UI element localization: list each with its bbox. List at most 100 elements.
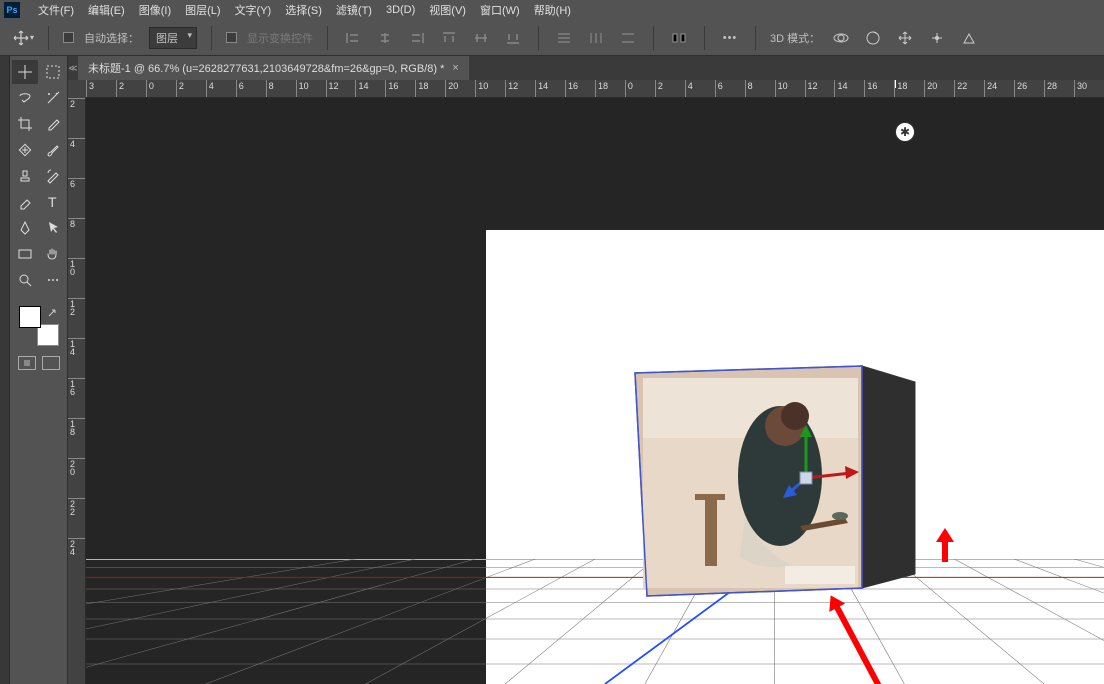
crop-tool[interactable] [12,112,38,136]
align-bottom-icon[interactable] [502,28,524,48]
ruler-tick: 14 [68,338,85,378]
align-vcenter-icon[interactable] [470,28,492,48]
3d-axis-gizmo[interactable] [781,423,861,503]
menu-view[interactable]: 视图(V) [429,2,466,18]
toolbox: T [10,56,68,684]
menu-type[interactable]: 文字(Y) [235,2,272,18]
align-hcenter-icon[interactable] [374,28,396,48]
menu-filter[interactable]: 滤镜(T) [336,2,372,18]
annotation-arrow-up [936,528,954,567]
screenmode-icon[interactable] [42,356,60,370]
show-transform-checkbox[interactable] [226,32,237,43]
svg-text:T: T [48,194,57,210]
ruler-tick: 2 [116,80,146,97]
slide-3d-icon[interactable] [926,28,948,48]
ruler-tick: 30 [1074,80,1104,97]
menu-select[interactable]: 选择(S) [285,2,322,18]
ruler-tick: 4 [68,138,85,178]
pan-3d-icon[interactable] [894,28,916,48]
document-tab[interactable]: 未标题-1 @ 66.7% (u=2628277631,2103649728&f… [78,56,469,80]
ruler-tick: 10 [68,258,85,298]
path-select-tool[interactable] [40,216,66,240]
move-tool[interactable] [12,60,38,84]
ruler-tick: 14 [355,80,385,97]
ruler-tick: 6 [68,178,85,218]
ruler-tick: 20 [924,80,954,97]
ruler-origin[interactable] [68,80,86,98]
vertical-ruler[interactable]: 24681012141618202224 [68,98,86,684]
type-tool[interactable]: T [40,190,66,214]
magic-wand-tool[interactable] [40,86,66,110]
collapse-tabs-icon[interactable]: ≪ [68,56,78,80]
menu-image[interactable]: 图像(I) [139,2,171,18]
ruler-tick: 20 [68,458,85,498]
edit-toolbar-tool[interactable] [40,268,66,292]
left-dock-strip[interactable] [0,56,10,684]
ruler-tick: 10 [475,80,505,97]
ruler-tick: 16 [565,80,595,97]
foreground-swatch[interactable] [19,306,41,328]
ruler-tick: 12 [505,80,535,97]
gizmo-y-axis[interactable] [800,425,812,478]
auto-select-checkbox[interactable] [63,32,74,43]
cube-side-face[interactable] [862,366,915,588]
swap-colors-icon[interactable] [47,308,57,318]
rectangle-tool[interactable] [12,242,38,266]
document-tabbar: ≪ 未标题-1 @ 66.7% (u=2628277631,2103649728… [68,56,1104,80]
marquee-tool[interactable] [40,60,66,84]
menu-file[interactable]: 文件(F) [38,2,74,18]
ruler-tick: 22 [954,80,984,97]
ruler-tick: 8 [68,218,85,258]
horizontal-ruler[interactable]: 3202468101214161820101214161802468101214… [86,80,1104,98]
quickmask-icon[interactable] [18,356,36,370]
ruler-tick: 14 [535,80,565,97]
dist-vcenter-icon[interactable] [585,28,607,48]
canvas-area[interactable]: 3202468101214161820101214161802468101214… [68,80,1104,684]
document-tab-title: 未标题-1 @ 66.7% (u=2628277631,2103649728&f… [88,60,444,76]
ruler-tick: 28 [1044,80,1074,97]
ruler-tick: 16 [864,80,894,97]
menu-window[interactable]: 窗口(W) [480,2,520,18]
lasso-tool[interactable] [12,86,38,110]
stamp-tool[interactable] [12,164,38,188]
dist-left-icon[interactable] [668,28,690,48]
history-brush-tool[interactable] [40,164,66,188]
brush-tool[interactable] [40,138,66,162]
scale-3d-icon[interactable] [958,28,980,48]
ruler-tick: 6 [715,80,745,97]
ruler-tick: 3 [86,80,116,97]
color-swatches[interactable] [19,306,59,346]
eraser-tool[interactable] [12,190,38,214]
ruler-tick: 8 [266,80,296,97]
align-left-icon[interactable] [342,28,364,48]
align-top-icon[interactable] [438,28,460,48]
move-tool-icon[interactable]: ▾ [12,27,34,49]
menu-help[interactable]: 帮助(H) [534,2,571,18]
ruler-tick: 16 [385,80,415,97]
eyedropper-tool[interactable] [40,112,66,136]
ruler-tick: 22 [68,498,85,538]
dist-top-icon[interactable] [553,28,575,48]
pen-tool[interactable] [12,216,38,240]
more-options-icon[interactable]: ••• [719,28,741,48]
3d-light-icon[interactable] [895,122,915,142]
dist-bottom-icon[interactable] [617,28,639,48]
show-transform-label: 显示变换控件 [247,30,313,46]
align-right-icon[interactable] [406,28,428,48]
zoom-tool[interactable] [12,268,38,292]
target-dropdown[interactable]: 图层 [149,27,197,49]
hand-tool[interactable] [40,242,66,266]
gizmo-x-axis[interactable] [806,466,859,479]
menu-3d[interactable]: 3D(D) [386,4,415,16]
auto-select-label: 自动选择： [84,30,139,46]
roll-3d-icon[interactable] [862,28,884,48]
ruler-tick: 16 [68,378,85,418]
close-tab-icon[interactable]: × [452,62,458,74]
healing-tool[interactable] [12,138,38,162]
gizmo-origin-cube[interactable] [800,472,812,484]
orbit-3d-icon[interactable] [830,28,852,48]
ruler-tick: 26 [1014,80,1044,97]
menu-edit[interactable]: 编辑(E) [88,2,125,18]
ruler-tick: 0 [146,80,176,97]
menu-layer[interactable]: 图层(L) [185,2,220,18]
